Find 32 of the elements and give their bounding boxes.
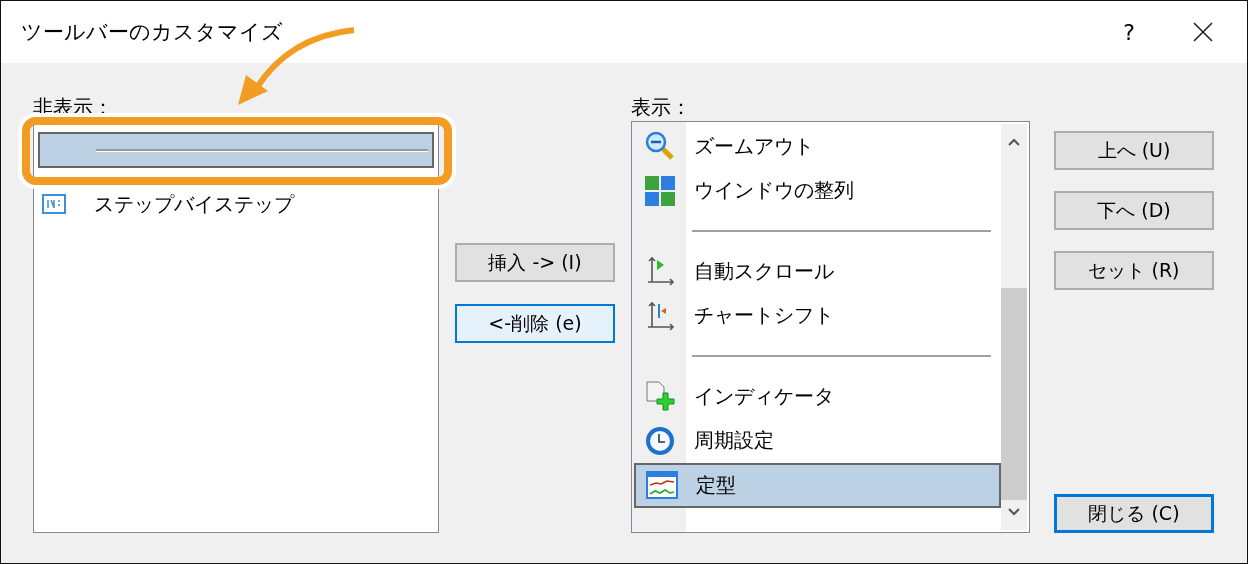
list-item[interactable]: ズームアウト: [686, 124, 1001, 169]
window-title: ツールバーのカスタマイズ: [21, 19, 284, 46]
help-button[interactable]: ?: [1123, 19, 1135, 45]
list-label: 表示：: [631, 94, 692, 121]
close-icon[interactable]: [1193, 22, 1213, 42]
list-item[interactable]: 自動スクロール: [686, 249, 1001, 294]
zoom-out-icon: [645, 131, 675, 162]
separator-item[interactable]: [38, 132, 434, 168]
dialog-button[interactable]: 下へ (D): [1054, 191, 1214, 230]
add-indicator-icon: [644, 380, 676, 413]
close-button[interactable]: 閉じる (C): [1054, 494, 1214, 533]
step-icon: [42, 192, 66, 216]
list-item[interactable]: 定型: [688, 463, 1001, 508]
chart-shift-icon: [645, 300, 675, 331]
scroll-up-icon[interactable]: [1008, 138, 1020, 146]
separator-item[interactable]: [692, 229, 991, 233]
separator-item[interactable]: [692, 354, 991, 358]
clock-icon: [644, 424, 676, 457]
list-item[interactable]: チャートシフト: [686, 293, 1001, 338]
list-item[interactable]: インディケータ: [686, 374, 1001, 419]
scrollbar[interactable]: [1001, 124, 1027, 530]
list-item[interactable]: ステップバイステップ: [38, 188, 434, 220]
list-item[interactable]: ウインドウの整列: [686, 168, 1001, 213]
dialog-button[interactable]: 上へ (U): [1054, 131, 1214, 170]
template-chart-icon: [646, 471, 678, 500]
dialog-button[interactable]: 挿入 -> (I): [455, 243, 615, 282]
dialog-button[interactable]: <-削除 (e): [455, 304, 615, 343]
tile-windows-icon: [644, 174, 676, 207]
auto-scroll-icon: [645, 256, 675, 287]
dialog-button[interactable]: セット (R): [1054, 251, 1214, 290]
scroll-down-icon[interactable]: [1008, 508, 1020, 516]
list-item[interactable]: 周期設定: [686, 418, 1001, 463]
